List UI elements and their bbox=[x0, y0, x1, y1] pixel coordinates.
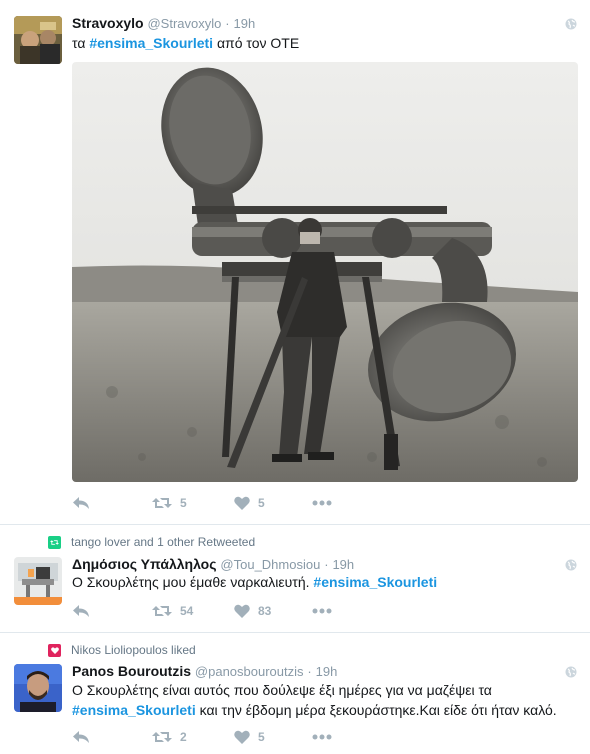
retweet-context-text[interactable]: tango lover and 1 other Retweeted bbox=[71, 535, 255, 549]
retweet-count: 2 bbox=[180, 730, 187, 744]
hashtag-link[interactable]: #ensima_Skourleti bbox=[89, 35, 213, 51]
tweet-bouroutzis[interactable]: Nikos Lioliopoulos liked Panos Bouroutzi… bbox=[0, 633, 590, 754]
like-button[interactable]: 5 bbox=[234, 493, 265, 513]
timestamp[interactable]: 19h bbox=[316, 664, 338, 679]
more-icon bbox=[312, 734, 332, 740]
more-button[interactable] bbox=[312, 727, 332, 747]
tweet-text: Ο Σκουρλέτης είναι αυτός που δούλεψε έξι… bbox=[72, 682, 557, 718]
like-context-text[interactable]: Nikos Lioliopoulos liked bbox=[71, 643, 196, 657]
tweet-photo[interactable] bbox=[72, 62, 578, 482]
reply-button[interactable] bbox=[72, 727, 90, 747]
more-button[interactable] bbox=[312, 493, 332, 513]
retweet-icon bbox=[152, 732, 172, 742]
display-name[interactable]: Panos Bouroutzis bbox=[72, 663, 191, 679]
avatar[interactable] bbox=[14, 557, 62, 605]
tweet-dhmosiou[interactable]: tango lover and 1 other Retweeted Δημόσι… bbox=[0, 525, 590, 633]
retweet-button[interactable]: 54 bbox=[152, 601, 193, 621]
tweet-actions: 2 5 bbox=[72, 727, 372, 747]
globe-icon bbox=[565, 559, 577, 571]
timestamp[interactable]: 19h bbox=[234, 16, 256, 31]
like-count: 83 bbox=[258, 604, 272, 618]
more-button[interactable] bbox=[312, 601, 332, 621]
avatar[interactable] bbox=[14, 664, 62, 712]
like-count: 5 bbox=[258, 496, 265, 510]
retweet-button[interactable]: 2 bbox=[152, 727, 187, 747]
retweet-context: tango lover and 1 other Retweeted bbox=[48, 535, 255, 549]
reply-button[interactable] bbox=[72, 493, 90, 513]
hashtag-link[interactable]: #ensima_Skourleti bbox=[72, 702, 196, 718]
hashtag-link[interactable]: #ensima_Skourleti bbox=[313, 574, 437, 590]
reply-icon bbox=[73, 731, 89, 743]
like-context: Nikos Lioliopoulos liked bbox=[48, 643, 196, 657]
tweet-header: Stravoxylo @Stravoxylo · 19h bbox=[72, 15, 256, 31]
like-badge-icon bbox=[48, 643, 61, 657]
retweet-icon bbox=[152, 606, 172, 616]
globe-icon bbox=[565, 18, 577, 30]
display-name[interactable]: Stravoxylo bbox=[72, 15, 144, 31]
tweet-stravoxylo[interactable]: Stravoxylo @Stravoxylo · 19h τα #ensima_… bbox=[0, 0, 590, 525]
tweet-text: τα #ensima_Skourleti από τον ΟΤΕ bbox=[72, 35, 300, 51]
like-button[interactable]: 5 bbox=[234, 727, 265, 747]
retweet-button[interactable]: 5 bbox=[152, 493, 187, 513]
avatar[interactable] bbox=[14, 16, 62, 64]
display-name[interactable]: Δημόσιος Υπάλληλος bbox=[72, 556, 217, 572]
retweet-count: 54 bbox=[180, 604, 194, 618]
heart-icon bbox=[234, 730, 250, 744]
user-handle[interactable]: @Stravoxylo bbox=[147, 16, 221, 31]
heart-icon bbox=[234, 604, 250, 618]
retweet-badge-icon bbox=[48, 535, 61, 549]
tweet-header: Panos Bouroutzis @panosbouroutzis · 19h bbox=[72, 663, 338, 679]
user-handle[interactable]: @Tou_Dhmosiou bbox=[220, 557, 320, 572]
more-icon bbox=[312, 608, 332, 614]
like-button[interactable]: 83 bbox=[234, 601, 271, 621]
tweet-actions: 54 83 bbox=[72, 601, 372, 621]
timestamp[interactable]: 19h bbox=[332, 557, 354, 572]
like-count: 5 bbox=[258, 730, 265, 744]
tweet-header: Δημόσιος Υπάλληλος @Tou_Dhmosiou · 19h bbox=[72, 556, 355, 572]
reply-button[interactable] bbox=[72, 601, 90, 621]
user-handle[interactable]: @panosbouroutzis bbox=[195, 664, 304, 679]
heart-icon bbox=[234, 496, 250, 510]
reply-icon bbox=[73, 497, 89, 509]
retweet-count: 5 bbox=[180, 496, 187, 510]
tweet-actions: 5 5 bbox=[72, 493, 372, 513]
globe-icon bbox=[565, 666, 577, 678]
retweet-icon bbox=[152, 498, 172, 508]
more-icon bbox=[312, 500, 332, 506]
reply-icon bbox=[73, 605, 89, 617]
tweet-text: Ο Σκουρλέτης μου έμαθε ναρκαλιευτή. #ens… bbox=[72, 574, 438, 590]
